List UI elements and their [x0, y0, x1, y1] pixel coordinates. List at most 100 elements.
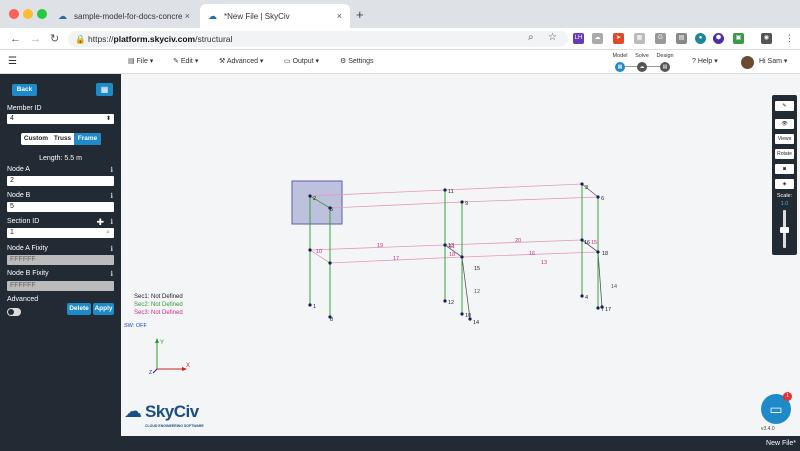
cube-icon[interactable]: ◈ [775, 179, 794, 189]
search-icon[interactable]: ⌕ [528, 32, 534, 44]
member-labels: 20 16 13 19 17 11 18 10 15 14 12 [316, 238, 617, 295]
bookmark-star-icon[interactable]: ☆ [548, 32, 557, 44]
section-id-label: Section ID [7, 218, 40, 225]
circle-extension-icon[interactable]: ● [695, 33, 706, 44]
browser-tab[interactable]: ☁ sample-model-for-docs-concre × [50, 4, 198, 28]
file-menu[interactable]: ▤ File ▾ [128, 57, 153, 65]
type-truss-button[interactable]: Truss [51, 133, 74, 145]
structure-view[interactable]: 1 2 3 4 5 6 7 8 9 10 11 12 13 14 15 16 1… [121, 74, 800, 436]
svg-text:14: 14 [473, 320, 479, 326]
calendar-extension-icon[interactable]: ▦ [634, 33, 645, 44]
eye-icon[interactable]: 👁 [775, 119, 794, 129]
svg-text:Z: Z [149, 370, 152, 376]
skyciv-favicon-icon: ☁ [208, 11, 217, 21]
member-sidebar: Back ▦ Member ID 4 ⬍ Custom Truss Frame L… [0, 74, 121, 436]
svg-text:12: 12 [448, 300, 454, 306]
close-tab-icon[interactable]: × [337, 11, 342, 21]
lh-extension-icon[interactable]: LH [573, 33, 584, 44]
add-section-icon[interactable]: ✚ [96, 217, 104, 228]
svg-text:12: 12 [474, 289, 480, 295]
section-id-input[interactable]: 1 ⌕ [7, 228, 114, 238]
incognito-icon[interactable]: ◉ [761, 33, 772, 44]
browser-tab-active[interactable]: ☁ *New File | SkyCiv × [200, 4, 350, 28]
views-button[interactable]: Views [775, 134, 794, 144]
maximize-window-button[interactable] [37, 9, 47, 19]
info-icon[interactable]: ℹ [110, 218, 113, 226]
svg-text:11: 11 [448, 189, 454, 195]
scale-label: Scale: [776, 193, 793, 199]
advanced-toggle[interactable] [7, 308, 21, 316]
back-arrow-icon[interactable]: ← [10, 33, 21, 45]
browser-menu-icon[interactable]: ⋮ [785, 33, 794, 44]
help-menu[interactable]: ? Help ▾ [692, 57, 718, 65]
axis-triad: Y X Z [149, 338, 190, 376]
member-length: Length: 5.5 m [39, 155, 82, 162]
settings-menu[interactable]: ⚙ Settings [340, 57, 374, 65]
new-tab-button[interactable]: + [356, 7, 364, 22]
model-step-icon[interactable]: ▦ [615, 62, 625, 72]
info-icon[interactable]: ℹ [110, 270, 113, 278]
model-canvas[interactable]: 1 2 3 4 5 6 7 8 9 10 11 12 13 14 15 16 1… [121, 74, 800, 436]
right-toolbar: ✎ 👁 Views Rotate ◙ ◈ Scale: 1.0 [772, 95, 797, 255]
node-a-input[interactable]: 2 [7, 176, 114, 186]
solve-step-icon[interactable]: ☁ [637, 62, 647, 72]
hamburger-menu-icon[interactable]: ☰ [8, 56, 17, 67]
apply-button[interactable]: Apply [93, 303, 114, 315]
tab-title: *New File | SkyCiv [224, 11, 290, 21]
close-tab-icon[interactable]: × [185, 11, 190, 21]
delete-button[interactable]: Delete [67, 303, 91, 315]
version-label: v3.4.0 [761, 426, 775, 432]
node-a-fixity-label: Node A Fixity [7, 245, 48, 252]
svg-text:4: 4 [585, 295, 588, 301]
svg-text:15: 15 [591, 240, 597, 246]
type-custom-button[interactable]: Custom [21, 133, 51, 145]
g-extension-icon[interactable]: G [655, 33, 666, 44]
node-a-fixity-input[interactable]: FFFFFF [7, 255, 114, 265]
reload-icon[interactable]: ↻ [50, 33, 59, 45]
info-icon[interactable]: ℹ [110, 166, 113, 174]
minimize-window-button[interactable] [23, 9, 33, 19]
image-extension-icon[interactable]: ▣ [733, 33, 744, 44]
pencil-icon[interactable]: ✎ [775, 101, 794, 111]
svg-text:20: 20 [515, 238, 521, 244]
node-b-label: Node B [7, 192, 31, 199]
design-step-icon[interactable]: ▤ [660, 62, 670, 72]
node-b-fixity-input[interactable]: FFFFFF [7, 281, 114, 291]
user-menu[interactable]: Hi Sam ▾ [759, 57, 787, 65]
self-weight-status: SW: OFF [124, 323, 147, 329]
svg-text:15: 15 [474, 266, 480, 272]
grid-extension-icon[interactable]: ▤ [676, 33, 687, 44]
camera-icon[interactable]: ◙ [775, 164, 794, 174]
svg-text:10: 10 [465, 313, 471, 319]
output-menu[interactable]: ▭ Output ▾ [284, 57, 319, 65]
node-b-input[interactable]: 5 [7, 202, 114, 212]
cloud-extension-icon[interactable]: ☁ [592, 33, 603, 44]
svg-text:9: 9 [465, 201, 468, 207]
svg-text:16: 16 [584, 240, 590, 246]
member-id-select[interactable]: 4 ⬍ [7, 114, 114, 124]
svg-text:5: 5 [330, 207, 333, 213]
chat-badge: 1 [783, 392, 792, 401]
rotate-button[interactable]: Rotate [775, 149, 794, 159]
url-domain: platform.skyciv.com [113, 34, 196, 44]
scale-slider-handle[interactable] [780, 227, 789, 233]
node-points [308, 182, 604, 321]
node-a-label: Node A [7, 166, 30, 173]
info-icon[interactable]: ℹ [110, 192, 113, 200]
edit-menu[interactable]: ✎ Edit ▾ [173, 57, 198, 65]
member-type-toggle: Custom Truss Frame [21, 133, 101, 145]
info-icon[interactable]: ℹ [110, 245, 113, 253]
svg-text:2: 2 [313, 196, 316, 202]
forward-arrow-icon[interactable]: → [30, 33, 41, 45]
advanced-menu[interactable]: ⚒ Advanced ▾ [219, 57, 263, 65]
svg-text:3: 3 [585, 185, 588, 191]
arrow-extension-icon[interactable]: ➤ [613, 33, 624, 44]
hex-extension-icon[interactable]: ⬢ [713, 33, 724, 44]
type-frame-button[interactable]: Frame [74, 133, 101, 145]
url-field[interactable]: 🔒 https://platform.skyciv.com/structural [68, 31, 568, 47]
file-status: New File* [766, 440, 796, 447]
close-window-button[interactable] [9, 9, 19, 19]
user-avatar[interactable] [741, 56, 754, 69]
back-button[interactable]: Back [12, 84, 37, 96]
table-view-icon[interactable]: ▦ [96, 83, 113, 96]
